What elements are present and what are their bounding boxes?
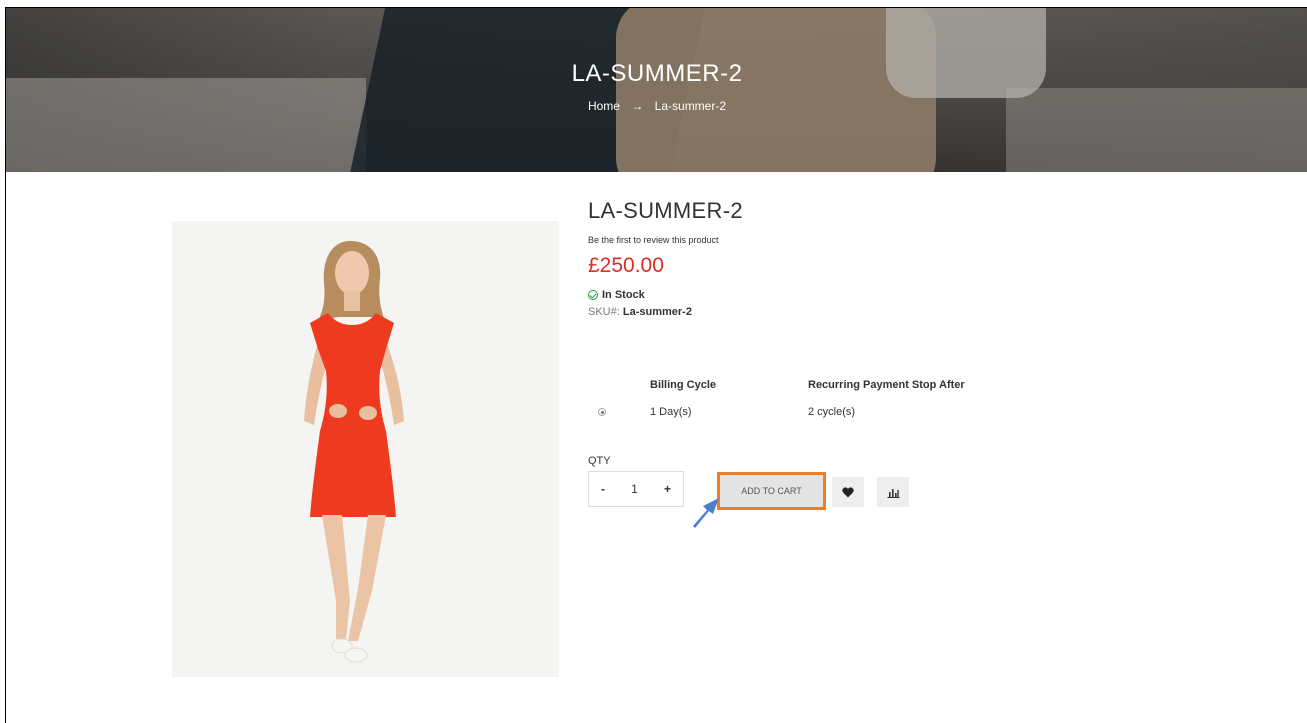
breadcrumb-home-link[interactable]: Home <box>588 99 620 113</box>
qty-input[interactable]: 1 <box>631 482 638 496</box>
sku-label: SKU#: <box>588 306 620 318</box>
billing-table-header: Billing Cycle Recurring Payment Stop Aft… <box>588 376 1048 394</box>
breadcrumb: Home → La-summer-2 <box>6 99 1307 113</box>
stock-status: In Stock <box>588 289 1288 301</box>
breadcrumb-arrow-icon: → <box>631 99 644 113</box>
product-price: £250.00 <box>588 254 664 277</box>
stock-label: In Stock <box>602 289 645 301</box>
hero-banner: LA-SUMMER-2 Home → La-summer-2 <box>6 8 1307 172</box>
quantity-stepper: - 1 + <box>588 471 684 507</box>
table-row[interactable]: 1 Day(s) 2 cycle(s) <box>588 394 1048 442</box>
product-info: LA-SUMMER-2 Be the first to review this … <box>588 198 1288 528</box>
hero-title: LA-SUMMER-2 <box>571 60 743 87</box>
wishlist-button[interactable] <box>832 477 864 507</box>
compare-button[interactable] <box>877 477 909 507</box>
sku: SKU#: La-summer-2 <box>588 306 1288 318</box>
billing-cycle-value: 1 Day(s) <box>650 406 692 418</box>
qty-increase-button[interactable]: + <box>664 482 671 496</box>
billing-header-cycle: Billing Cycle <box>650 379 717 391</box>
bar-chart-icon <box>887 488 899 498</box>
qty-label: QTY <box>588 455 611 467</box>
annotation-arrow-icon <box>693 498 719 528</box>
billing-table: Billing Cycle Recurring Payment Stop Aft… <box>588 376 1048 442</box>
product-image[interactable] <box>172 221 559 677</box>
billing-stop-value: 2 cycle(s) <box>808 406 856 418</box>
sku-value: La-summer-2 <box>622 306 692 318</box>
billing-header-stop: Recurring Payment Stop After <box>808 379 965 391</box>
product-title: LA-SUMMER-2 <box>588 198 743 223</box>
add-to-cart-button[interactable]: ADD TO CART <box>717 472 826 510</box>
billing-radio[interactable] <box>598 408 606 416</box>
page: LA-SUMMER-2 Home → La-summer-2 LA-SUMMER… <box>5 7 1307 723</box>
review-link[interactable]: Be the first to review this product <box>588 235 1288 245</box>
qty-decrease-button[interactable]: - <box>601 482 605 496</box>
billing-header-select <box>588 376 650 394</box>
breadcrumb-current: La-summer-2 <box>654 99 727 113</box>
heart-icon <box>842 486 854 497</box>
check-circle-icon <box>588 290 598 300</box>
